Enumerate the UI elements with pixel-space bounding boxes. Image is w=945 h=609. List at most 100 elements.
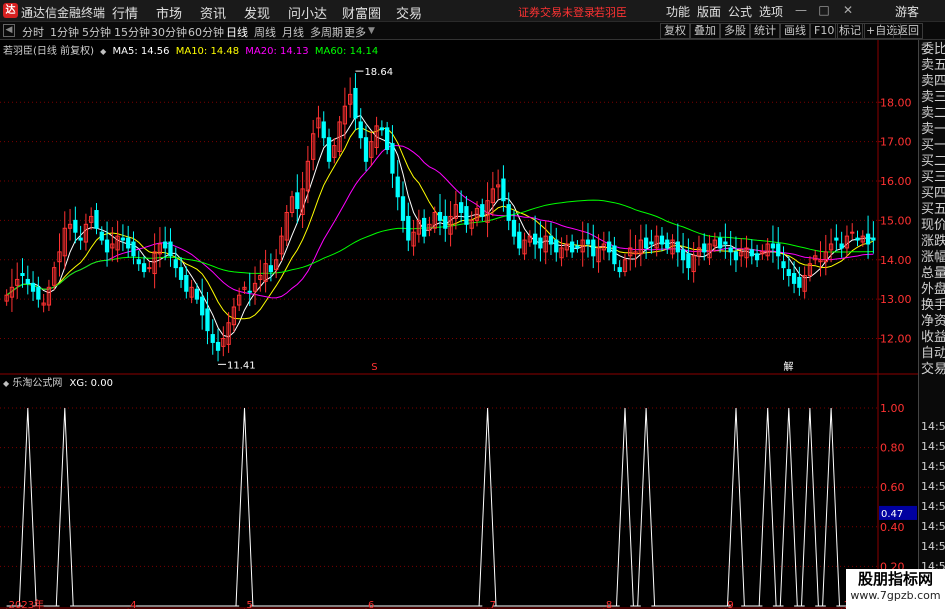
candlestick (723, 223, 728, 259)
candlestick (432, 206, 437, 233)
app-logo-icon: 达 (3, 3, 18, 18)
tab-multi-period[interactable]: 多周期 (310, 24, 343, 40)
candle-body (728, 247, 733, 253)
tab-1min[interactable]: 1分钟 (50, 24, 79, 40)
candle-body (612, 245, 617, 265)
candlestick (839, 231, 844, 258)
side-item-label: 委比 (921, 42, 945, 57)
candlestick (78, 225, 83, 250)
watermark-text: 股朋指标网 (857, 570, 933, 588)
menu-hangqing[interactable]: 行情 (112, 3, 138, 22)
close-icon[interactable]: ✕ (840, 2, 856, 18)
candle-body (464, 206, 469, 225)
stock-name: 若羽臣 (594, 6, 627, 19)
duogu-button[interactable]: 多股 (720, 23, 750, 39)
menu-youke[interactable]: 游客 (895, 3, 919, 20)
candlestick (126, 225, 131, 258)
menu-gongshi[interactable]: 公式 (728, 3, 752, 20)
candle-body (548, 235, 554, 245)
tab-daily[interactable]: 日线 (226, 24, 248, 40)
candlestick (168, 228, 173, 267)
candle-body (591, 239, 596, 257)
candlestick (20, 258, 25, 288)
tab-monthly[interactable]: 月线 (282, 24, 304, 40)
menu-banmian[interactable]: 版面 (697, 3, 721, 20)
candle-body (400, 196, 406, 221)
candlestick (543, 220, 548, 265)
candlestick (601, 231, 606, 260)
candlestick (279, 227, 284, 262)
tab-more[interactable]: 更多 (344, 24, 366, 40)
menu-caifuquan[interactable]: 财富圈 (342, 3, 381, 22)
candlestick (41, 294, 46, 313)
candlestick (680, 232, 686, 274)
tab-weekly[interactable]: 周线 (254, 24, 276, 40)
side-item-label: 买五 (921, 202, 945, 217)
candle-body (501, 178, 506, 202)
menu-jiaoyi[interactable]: 交易 (396, 3, 422, 22)
tab-15min[interactable]: 15分钟 (114, 24, 150, 40)
candlestick (163, 226, 168, 261)
huaxian-button[interactable]: 画线 (780, 23, 810, 39)
candlestick (210, 319, 215, 355)
candlestick (596, 234, 601, 273)
menu-zixun[interactable]: 资讯 (200, 3, 226, 22)
candle-body (506, 204, 511, 221)
candlestick (189, 279, 194, 304)
app-title: 通达信金融终端 (21, 6, 106, 20)
tab-60min[interactable]: 60分钟 (188, 24, 224, 40)
sub-y-tick-label: 0.80 (880, 442, 905, 455)
sub-y-tick-label: 0.60 (880, 481, 905, 494)
menu-gongneng[interactable]: 功能 (666, 3, 690, 20)
sub-value-tag-label: 0.47 (881, 509, 903, 520)
x-tick-label: 7 (490, 600, 496, 609)
main-y-tick-label: 13.00 (880, 293, 912, 306)
candlestick (406, 202, 411, 252)
candle-body (136, 259, 141, 265)
watermark-url: www.7gpzb.com (850, 589, 941, 602)
maximize-icon[interactable]: □ (816, 2, 832, 18)
side-item-label: 买四 (921, 186, 945, 201)
minimize-icon[interactable]: — (793, 2, 809, 18)
candle-body (395, 176, 400, 198)
candlestick (834, 224, 839, 252)
tongji-button[interactable]: 统计 (750, 23, 780, 39)
side-item-label: 涨幅 (921, 250, 945, 265)
candle-body (437, 212, 443, 221)
back-button[interactable]: 返回 (893, 23, 923, 39)
tab-fenshi[interactable]: 分时 (22, 24, 44, 40)
biaoji-button[interactable]: 标记 (835, 23, 865, 39)
candlestick (776, 227, 781, 270)
menu-faxian[interactable]: 发现 (244, 3, 270, 22)
candlestick (564, 234, 569, 258)
dropdown-arrow-icon[interactable]: ▼ (368, 26, 375, 36)
menu-shichang[interactable]: 市场 (156, 3, 182, 22)
login-status[interactable]: 证券交易未登录 (518, 4, 595, 20)
candle-body (20, 273, 25, 276)
side-trade-time: 14:56 (921, 540, 945, 553)
menu-xuanxiang[interactable]: 选项 (759, 3, 783, 20)
side-trade-time: 14:56 (921, 420, 945, 433)
chart-area[interactable]: 12.0013.0014.0015.0016.0017.0018.000.200… (0, 40, 918, 609)
candlestick (120, 224, 126, 252)
menu-wenxiaoda[interactable]: 问小达 (288, 3, 327, 22)
candlestick (606, 231, 612, 261)
side-item-label: 外盘 (921, 282, 945, 297)
legend-ma60: MA60: 14.14 (314, 46, 379, 57)
tab-30min[interactable]: 30分钟 (151, 24, 187, 40)
side-item-label[interactable]: 交易 (921, 362, 945, 378)
x-tick-label: 9 (727, 600, 733, 609)
candle-body (839, 243, 844, 249)
candle-body (268, 265, 274, 273)
candlestick (427, 216, 432, 237)
fuquan-button[interactable]: 复权 (660, 23, 690, 39)
candle-body (606, 241, 612, 253)
collapse-icon[interactable]: ◀ (3, 24, 15, 37)
main-y-tick-label: 18.00 (880, 96, 912, 109)
diejia-button[interactable]: 叠加 (690, 23, 720, 39)
side-item-label[interactable]: 自动 (921, 346, 945, 362)
candle-body (665, 239, 670, 249)
candle-body (141, 263, 147, 273)
candlestick (46, 279, 52, 312)
tab-5min[interactable]: 5分钟 (82, 24, 111, 40)
